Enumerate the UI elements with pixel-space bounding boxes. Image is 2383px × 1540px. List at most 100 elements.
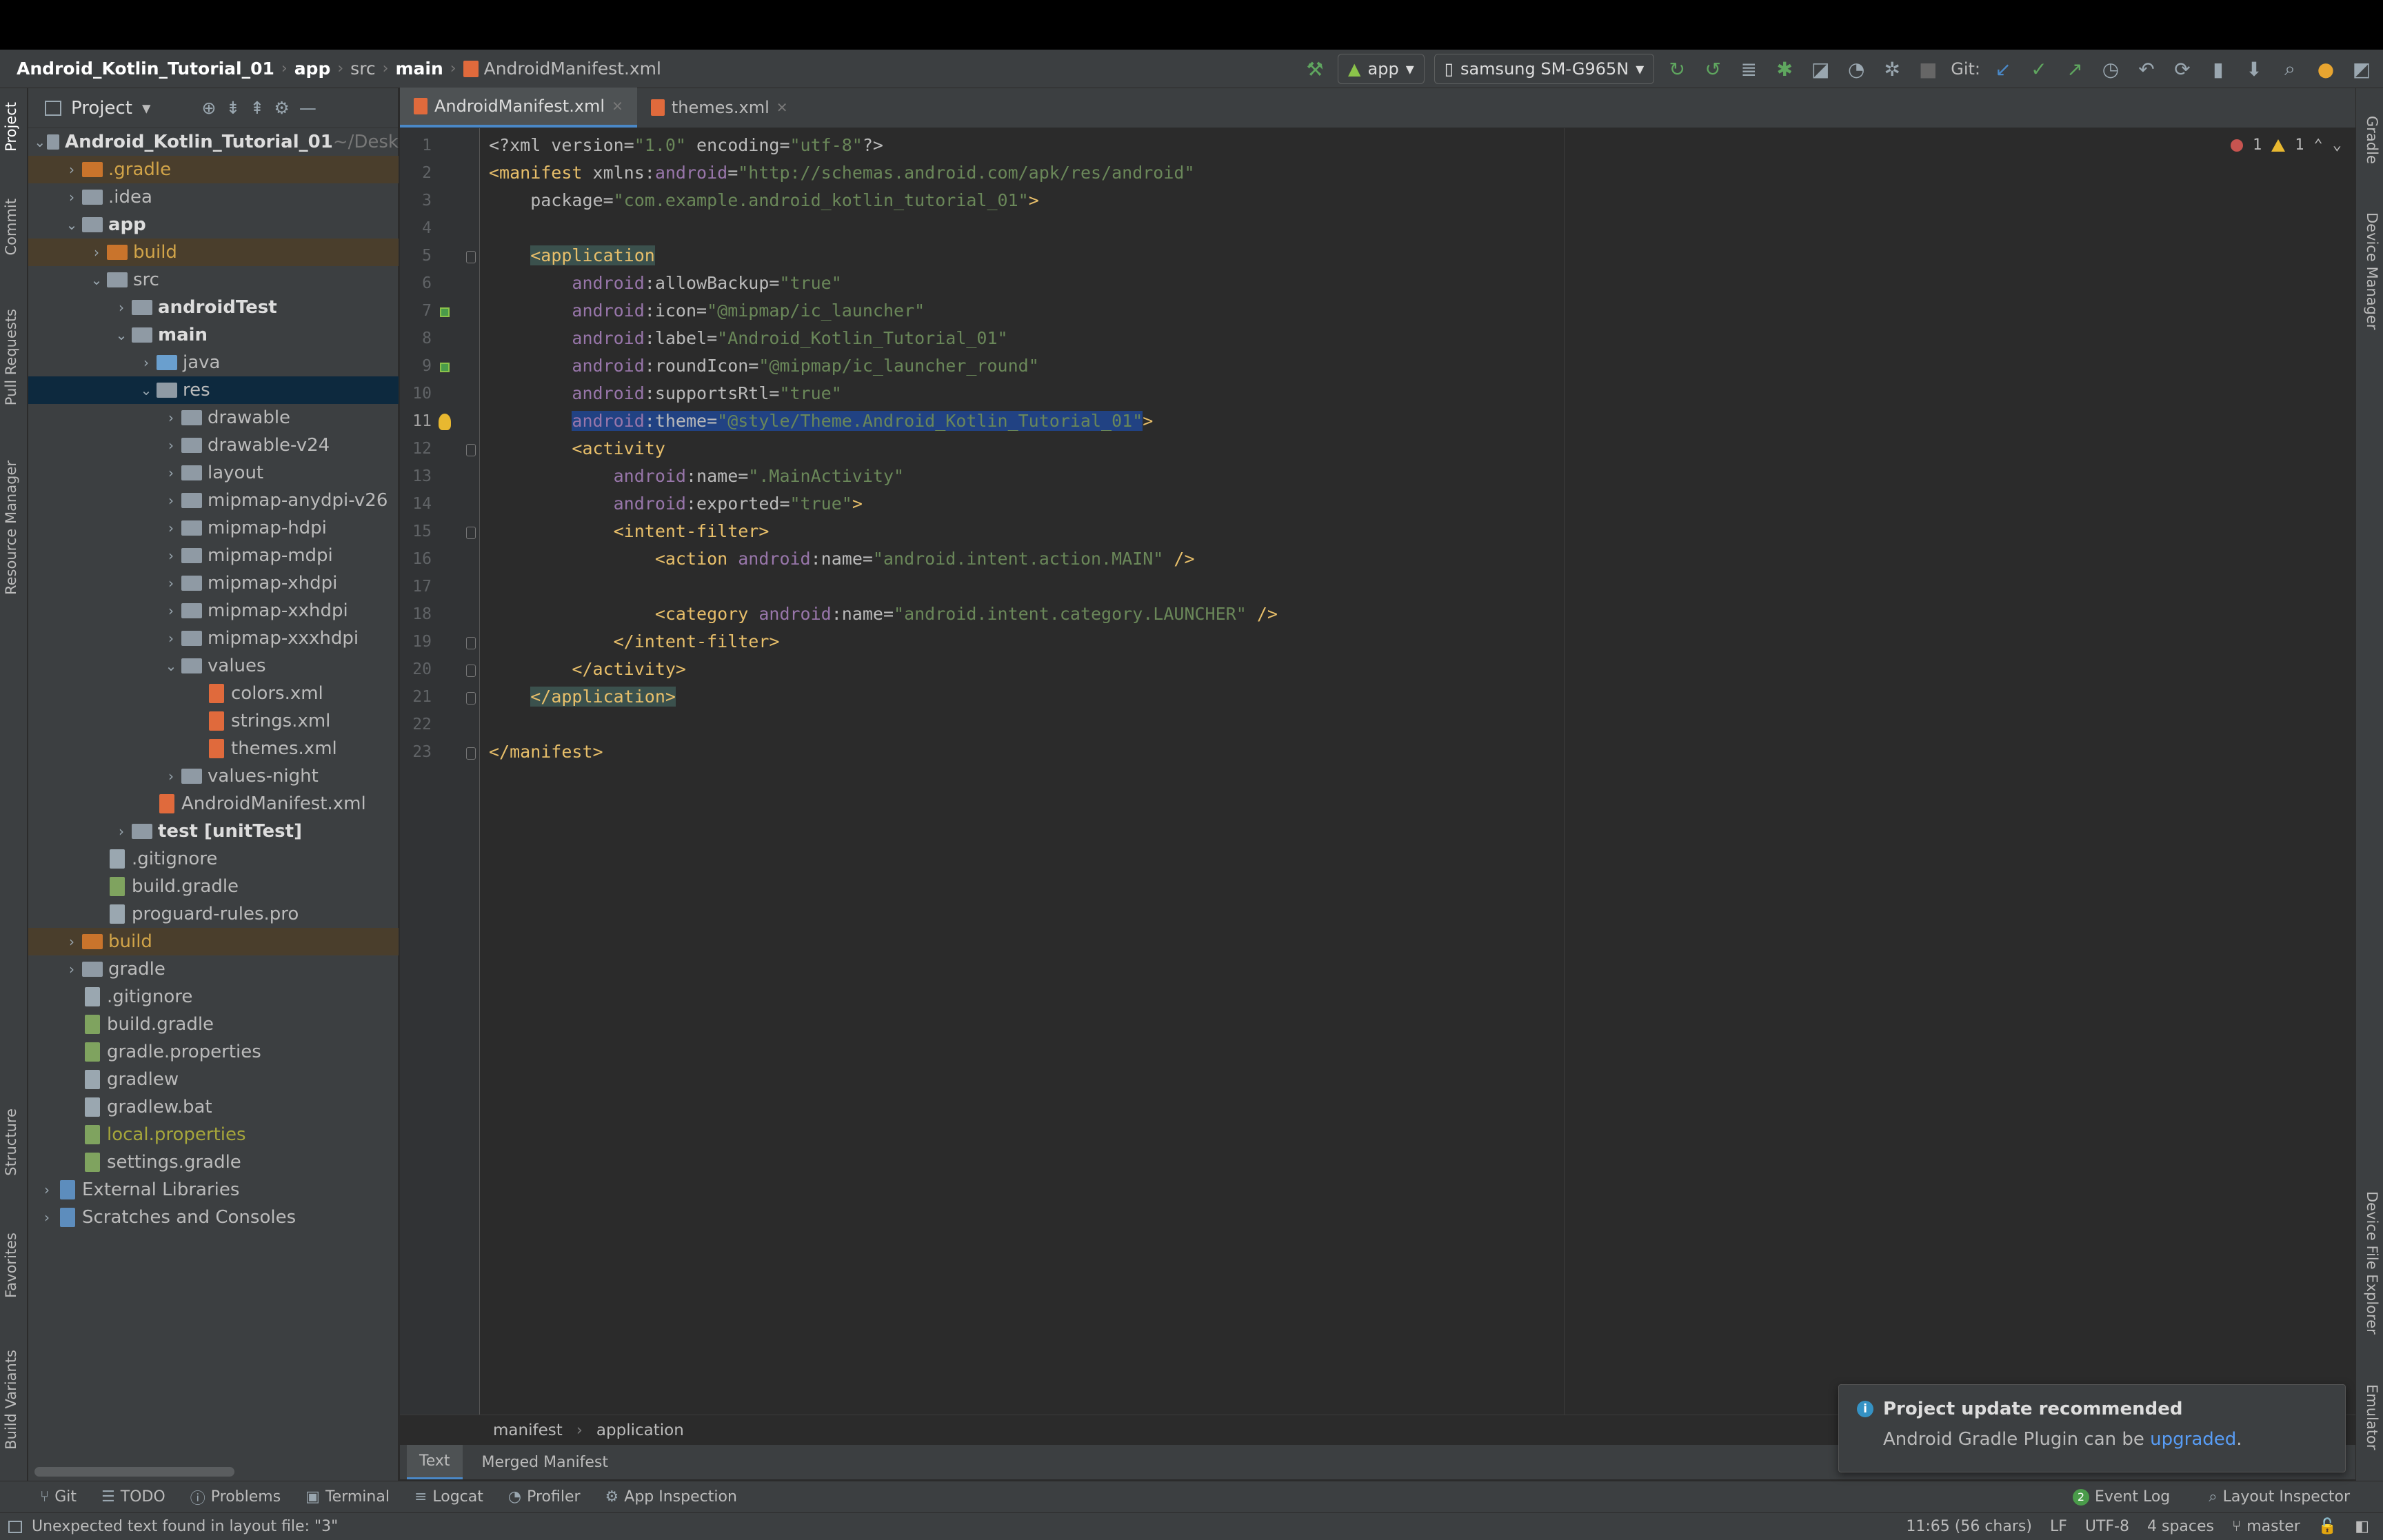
chevron-down-icon[interactable]: ⌄ xyxy=(2333,136,2342,154)
chevron-right-icon[interactable]: › xyxy=(112,823,130,840)
chevron-down-icon[interactable]: ⌄ xyxy=(34,134,46,150)
tree-row[interactable]: › .idea xyxy=(28,183,399,211)
expand-all-icon[interactable]: ⇟ xyxy=(225,98,240,118)
toggle-tool-windows-icon[interactable] xyxy=(8,1520,22,1533)
chevron-down-icon[interactable]: ⌄ xyxy=(137,382,155,398)
fold-marker-icon[interactable] xyxy=(466,692,476,705)
fold-marker-icon[interactable] xyxy=(466,665,476,677)
tree-row[interactable]: › values-night xyxy=(28,762,399,790)
tree-row[interactable]: ⌄ src xyxy=(28,266,399,294)
tool-favorites[interactable]: Favorites xyxy=(3,1233,19,1298)
caret-position[interactable]: 11:65 (56 chars) xyxy=(1906,1518,2032,1535)
status-message[interactable]: Unexpected text found in layout file: "3… xyxy=(32,1518,338,1535)
git-branch[interactable]: ⑂ master xyxy=(2232,1518,2300,1535)
tab-merged-manifest[interactable]: Merged Manifest xyxy=(470,1445,621,1479)
tool-build-variants[interactable]: Build Variants xyxy=(3,1350,19,1450)
chevron-right-icon[interactable]: › xyxy=(38,1182,56,1198)
git-rollback-icon[interactable]: ↶ xyxy=(2133,56,2160,82)
tree-row[interactable]: ⌄ main xyxy=(28,321,399,349)
chevron-down-icon[interactable]: ⌄ xyxy=(63,216,81,233)
tool-device-manager[interactable]: Device Manager xyxy=(2364,212,2380,330)
tree-row[interactable]: › mipmap-xxxhdpi xyxy=(28,625,399,652)
git-history-icon[interactable]: ◷ xyxy=(2098,56,2124,82)
tree-row[interactable]: › External Libraries xyxy=(28,1176,399,1204)
tree-row[interactable]: ⌄ Android_Kotlin_Tutorial_01 ~/Desk xyxy=(28,128,399,156)
tree-row[interactable]: ⌄ res xyxy=(28,376,399,404)
tree-row[interactable]: › drawable-v24 xyxy=(28,432,399,459)
tree-row[interactable]: .gitignore xyxy=(28,845,399,873)
tool-resource-manager[interactable]: Resource Manager xyxy=(3,460,19,595)
inspection-indicator[interactable]: 1 1 ⌃ ⌄ xyxy=(2231,136,2342,154)
indent-setting[interactable]: 4 spaces xyxy=(2147,1518,2214,1535)
tree-row[interactable]: › gradle xyxy=(28,955,399,983)
run-config-select[interactable]: ▲ app ▾ xyxy=(1338,54,1425,84)
apply-code-changes-icon[interactable]: ↺ xyxy=(1700,56,1726,82)
crumb-application[interactable]: application xyxy=(596,1421,684,1439)
line-separator[interactable]: LF xyxy=(2050,1518,2067,1535)
tool-logcat[interactable]: ≡ Logcat xyxy=(402,1486,496,1508)
build-hammer-icon[interactable]: ⚒ xyxy=(1302,56,1328,82)
tree-row[interactable]: › mipmap-xxhdpi xyxy=(28,597,399,625)
fold-marker-icon[interactable] xyxy=(466,637,476,649)
fold-marker-icon[interactable] xyxy=(466,527,476,539)
tree-row[interactable]: settings.gradle xyxy=(28,1148,399,1176)
tool-device-file-explorer[interactable]: Device File Explorer xyxy=(2364,1191,2380,1335)
tool-pull-requests[interactable]: Pull Requests xyxy=(3,309,19,405)
tool-emulator[interactable]: Emulator xyxy=(2364,1384,2380,1450)
tree-row[interactable]: build.gradle xyxy=(28,1011,399,1038)
gear-icon[interactable]: ⚙ xyxy=(274,98,289,118)
chevron-right-icon[interactable]: › xyxy=(162,492,180,509)
tool-problems[interactable]: ⓘ Problems xyxy=(178,1486,293,1508)
fold-marker-icon[interactable] xyxy=(466,747,476,760)
chevron-right-icon[interactable]: › xyxy=(38,1209,56,1226)
stop-icon[interactable]: ■ xyxy=(1915,56,1941,82)
chevron-down-icon[interactable]: ▾ xyxy=(142,98,151,118)
attach-debugger-icon[interactable]: ✲ xyxy=(1879,56,1905,82)
tool-app-inspection[interactable]: ⚙ App Inspection xyxy=(593,1486,750,1508)
tree-row[interactable]: › java xyxy=(28,349,399,376)
code-editor[interactable]: 1 1 ⌃ ⌄ <?xml version="1.0" encoding="ut… xyxy=(481,128,2355,1415)
fold-marker-icon[interactable] xyxy=(466,251,476,263)
coverage-icon[interactable]: ◪ xyxy=(1807,56,1833,82)
tree-row[interactable]: gradlew xyxy=(28,1066,399,1093)
tree-row[interactable]: local.properties xyxy=(28,1121,399,1148)
search-icon[interactable]: ⌕ xyxy=(2277,56,2303,82)
tree-row[interactable]: › mipmap-anydpi-v26 xyxy=(28,487,399,514)
device-select[interactable]: ▯ samsung SM-G965N ▾ xyxy=(1434,54,1655,84)
tree-row[interactable]: build.gradle xyxy=(28,873,399,900)
device-manager-icon[interactable]: ▮ xyxy=(2205,56,2231,82)
tree-row[interactable]: › .gradle xyxy=(28,156,399,183)
crumb-manifest[interactable]: manifest xyxy=(493,1421,563,1439)
tree-row[interactable]: › drawable xyxy=(28,404,399,432)
sdk-manager-icon[interactable]: ⬇ xyxy=(2241,56,2267,82)
breadcrumb-src[interactable]: src xyxy=(350,59,376,79)
profile-icon[interactable]: ◔ xyxy=(1843,56,1869,82)
locate-icon[interactable]: ⊕ xyxy=(202,98,217,118)
chevron-right-icon[interactable]: › xyxy=(162,465,180,481)
tree-row[interactable]: › build xyxy=(28,239,399,266)
minimize-icon[interactable]: — xyxy=(299,98,316,118)
tree-row[interactable]: gradle.properties xyxy=(28,1038,399,1066)
tool-commit[interactable]: Commit xyxy=(3,199,19,256)
notification-balloon[interactable]: i Project update recommended Android Gra… xyxy=(1838,1384,2346,1472)
git-commit-icon[interactable]: ✓ xyxy=(2026,56,2052,82)
tree-row[interactable]: themes.xml xyxy=(28,735,399,762)
tree-row[interactable]: › build xyxy=(28,928,399,955)
chevron-right-icon[interactable]: › xyxy=(63,161,81,178)
upgrade-link[interactable]: upgraded xyxy=(2150,1429,2236,1450)
memory-indicator-icon[interactable]: ◧ xyxy=(2355,1518,2369,1535)
chevron-down-icon[interactable]: ⌄ xyxy=(112,327,130,343)
tool-structure[interactable]: Structure xyxy=(3,1108,19,1176)
chevron-right-icon[interactable]: › xyxy=(162,768,180,784)
chevron-right-icon[interactable]: › xyxy=(162,547,180,564)
tree-row[interactable]: › Scratches and Consoles xyxy=(28,1204,399,1231)
tree-row[interactable]: › layout xyxy=(28,459,399,487)
apply-changes-icon[interactable]: ↻ xyxy=(1664,56,1690,82)
chevron-right-icon[interactable]: › xyxy=(162,575,180,591)
tree-row[interactable]: › mipmap-hdpi xyxy=(28,514,399,542)
tool-git[interactable]: ⑂ Git xyxy=(28,1486,89,1508)
logcat-icon[interactable]: ≣ xyxy=(1736,56,1762,82)
tree-row[interactable]: AndroidManifest.xml xyxy=(28,790,399,818)
tool-gradle[interactable]: Gradle xyxy=(2364,116,2380,164)
chevron-right-icon[interactable]: › xyxy=(162,409,180,426)
